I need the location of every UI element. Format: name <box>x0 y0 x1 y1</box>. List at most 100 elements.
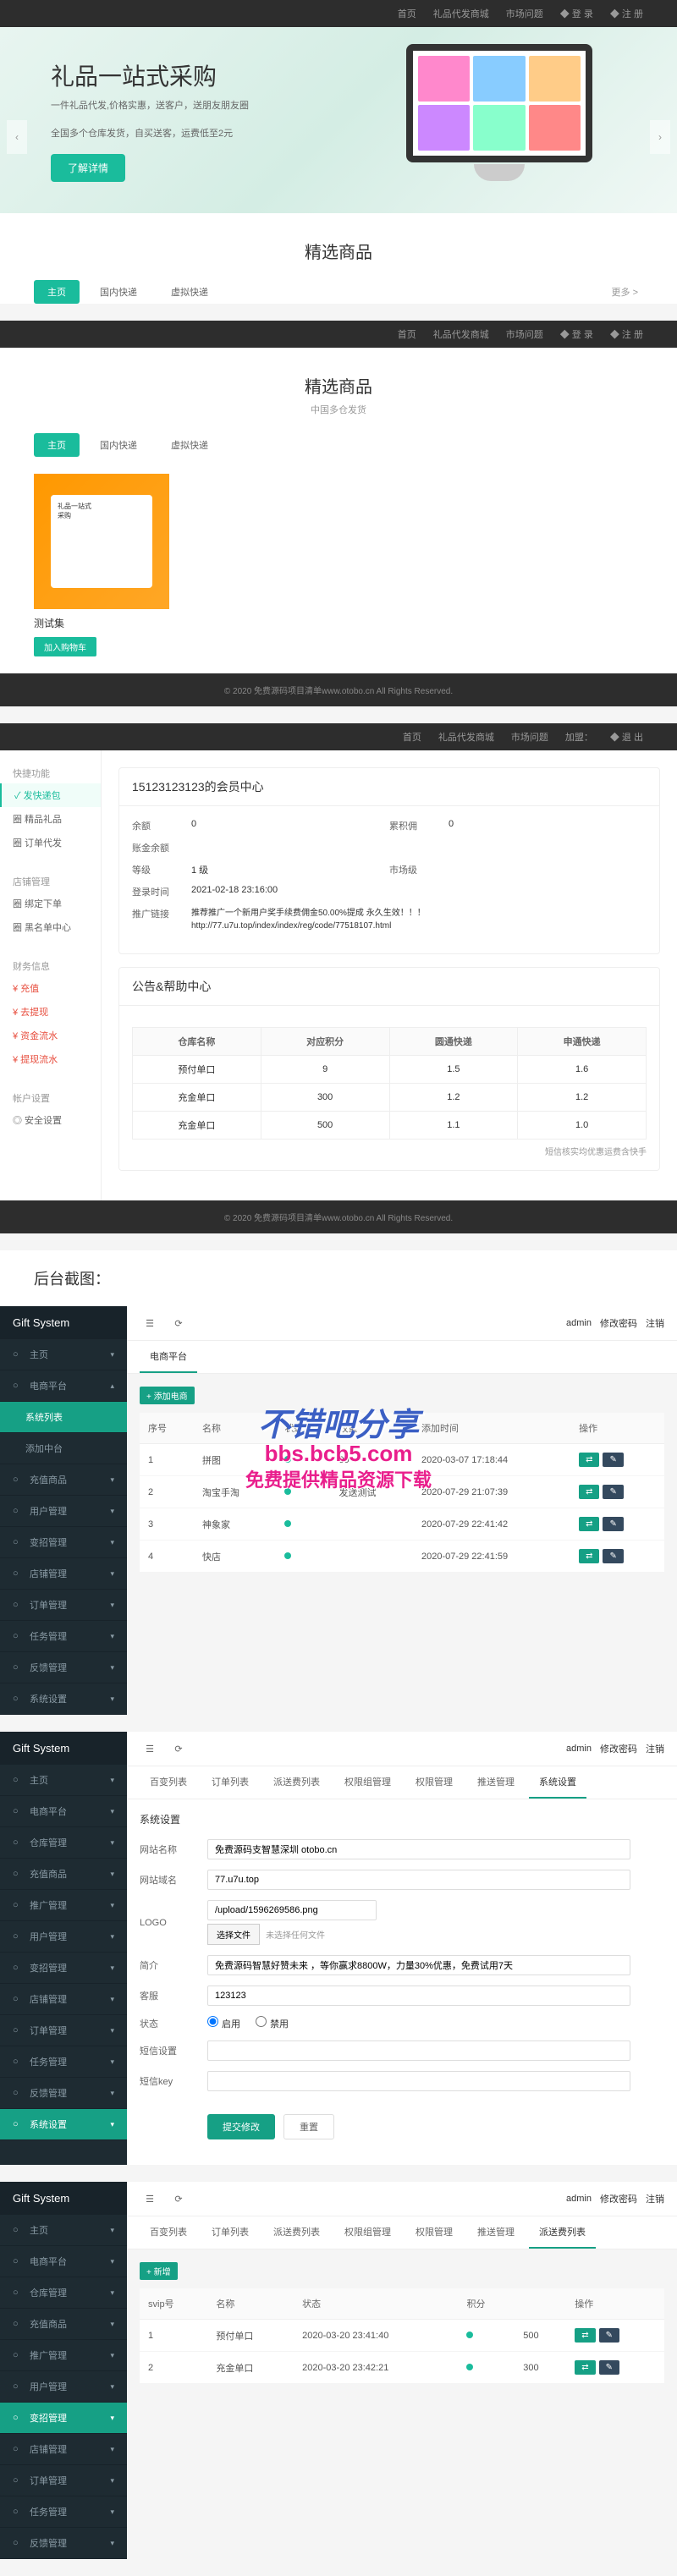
modify-password-link[interactable]: 修改密码 <box>600 2192 637 2205</box>
menu-promo[interactable]: ○推广管理▾ <box>0 2340 127 2371</box>
toggle-button[interactable]: ⇄ <box>575 2360 595 2375</box>
menu-change[interactable]: ○变招管理▾ <box>0 1527 127 1558</box>
sidebar-fundflow[interactable]: ¥ 资金流水 <box>0 1024 101 1047</box>
menu-shop[interactable]: ○店铺管理▾ <box>0 1984 127 2015</box>
hero-cta-button[interactable]: 了解详情 <box>51 154 125 182</box>
menu-feedback[interactable]: ○反馈管理▾ <box>0 2078 127 2109</box>
nav-home[interactable]: 首页 <box>398 327 416 341</box>
edit-button[interactable]: ✎ <box>603 1453 623 1467</box>
tab-home[interactable]: 主页 <box>34 433 80 457</box>
sidebar-withdrawflow[interactable]: ¥ 提现流水 <box>0 1047 101 1071</box>
subtab-4[interactable]: 权限组管理 <box>334 2216 401 2249</box>
radio-enable[interactable]: 启用 <box>207 2019 240 2029</box>
nav-login[interactable]: ◆ 登 录 <box>560 7 593 20</box>
menu-home[interactable]: ○主页▾ <box>0 2215 127 2246</box>
menu-change[interactable]: ○变招管理▾ <box>0 2403 127 2434</box>
sidebar-orders[interactable]: 圈 订单代发 <box>0 831 101 854</box>
reset-button[interactable]: 重置 <box>283 2114 334 2139</box>
menu-toggle-icon[interactable]: ☰ <box>140 2189 160 2209</box>
menu-shop[interactable]: ○店铺管理▾ <box>0 2434 127 2465</box>
subtab-1[interactable]: 百变列表 <box>140 1766 197 1799</box>
menu-ecommerce[interactable]: ○电商平台▾ <box>0 1796 127 1827</box>
input-sms[interactable] <box>207 2040 630 2061</box>
menu-system[interactable]: ○系统设置▾ <box>0 1683 127 1715</box>
menu-order[interactable]: ○订单管理▾ <box>0 2015 127 2046</box>
toggle-button[interactable]: ⇄ <box>579 1517 599 1531</box>
menu-user[interactable]: ○用户管理▾ <box>0 1921 127 1953</box>
carousel-prev[interactable]: ‹ <box>7 120 27 154</box>
input-siteurl[interactable] <box>207 1870 630 1890</box>
edit-button[interactable]: ✎ <box>603 1485 623 1499</box>
toggle-button[interactable]: ⇄ <box>579 1485 599 1499</box>
subtab-1[interactable]: 百变列表 <box>140 2216 197 2249</box>
menu-recharge[interactable]: ○充值商品▾ <box>0 1464 127 1496</box>
subtab-5[interactable]: 权限管理 <box>405 2216 463 2249</box>
subtab-6[interactable]: 推送管理 <box>467 2216 525 2249</box>
menu-home[interactable]: ○主页▾ <box>0 1339 127 1370</box>
toggle-button[interactable]: ⇄ <box>579 1549 599 1563</box>
nav-faq[interactable]: 市场问题 <box>506 327 543 341</box>
toggle-button[interactable]: ⇄ <box>575 2328 595 2343</box>
nav-join[interactable]: 加盟： <box>565 730 593 744</box>
refresh-icon[interactable]: ⟳ <box>168 2189 189 2209</box>
menu-user[interactable]: ○用户管理▾ <box>0 2371 127 2403</box>
subtab-3[interactable]: 派送费列表 <box>263 2216 330 2249</box>
nav-mall[interactable]: 礼品代发商城 <box>438 730 494 744</box>
submit-button[interactable]: 提交修改 <box>207 2114 275 2139</box>
menu-task[interactable]: ○任务管理▾ <box>0 2496 127 2528</box>
add-new-button[interactable]: + 新增 <box>140 2262 178 2280</box>
logout-link[interactable]: 注销 <box>646 2192 664 2205</box>
menu-toggle-icon[interactable]: ☰ <box>140 1738 160 1759</box>
subtab-2[interactable]: 订单列表 <box>201 1766 259 1799</box>
input-sitename[interactable] <box>207 1839 630 1859</box>
menu-recharge[interactable]: ○充值商品▾ <box>0 2309 127 2340</box>
menu-system[interactable]: ○系统设置▾ <box>0 2109 127 2140</box>
nav-home[interactable]: 首页 <box>398 7 416 20</box>
tab-home[interactable]: 主页 <box>34 280 80 304</box>
menu-feedback[interactable]: ○反馈管理▾ <box>0 1652 127 1683</box>
toggle-button[interactable]: ⇄ <box>579 1453 599 1467</box>
input-logo[interactable] <box>207 1900 377 1920</box>
nav-logout[interactable]: ◆ 退 出 <box>610 730 643 744</box>
menu-task[interactable]: ○任务管理▾ <box>0 1621 127 1652</box>
sidebar-security[interactable]: ◎ 安全设置 <box>0 1108 101 1132</box>
edit-button[interactable]: ✎ <box>599 2360 619 2375</box>
sidebar-gifts[interactable]: 圈 精品礼品 <box>0 807 101 831</box>
tab-virtual[interactable]: 虚拟快递 <box>157 280 222 304</box>
tab-domestic[interactable]: 国内快递 <box>86 433 151 457</box>
menu-home[interactable]: ○主页▾ <box>0 1765 127 1796</box>
subtab-settings[interactable]: 系统设置 <box>529 1766 586 1799</box>
sidebar-bind[interactable]: 圈 绑定下单 <box>0 892 101 915</box>
subtab-2[interactable]: 订单列表 <box>201 2216 259 2249</box>
menu-shop[interactable]: ○店铺管理▾ <box>0 1558 127 1590</box>
input-kefu[interactable] <box>207 1986 630 2006</box>
refresh-icon[interactable]: ⟳ <box>168 1313 189 1333</box>
add-platform-button[interactable]: + 添加电商 <box>140 1387 195 1404</box>
subtab-3[interactable]: 派送费列表 <box>263 1766 330 1799</box>
menu-warehouse[interactable]: ○仓库管理▾ <box>0 1827 127 1859</box>
subtab-platform[interactable]: 电商平台 <box>140 1341 197 1373</box>
more-link[interactable]: 更多 > <box>607 280 643 304</box>
nav-login[interactable]: ◆ 登 录 <box>560 327 593 341</box>
carousel-next[interactable]: › <box>650 120 670 154</box>
menu-recharge[interactable]: ○充值商品▾ <box>0 1859 127 1890</box>
radio-disable[interactable]: 禁用 <box>256 2019 289 2029</box>
subtab-feelist[interactable]: 派送费列表 <box>529 2216 596 2249</box>
refresh-icon[interactable]: ⟳ <box>168 1738 189 1759</box>
subtab-5[interactable]: 权限管理 <box>405 1766 463 1799</box>
modify-password-link[interactable]: 修改密码 <box>600 1316 637 1330</box>
menu-warehouse[interactable]: ○仓库管理▾ <box>0 2277 127 2309</box>
nav-home[interactable]: 首页 <box>403 730 421 744</box>
edit-button[interactable]: ✎ <box>599 2328 619 2343</box>
sidebar-express[interactable]: ✓ 发快递包 <box>0 783 101 807</box>
subtab-6[interactable]: 推送管理 <box>467 1766 525 1799</box>
sidebar-blacklist[interactable]: 圈 黑名单中心 <box>0 915 101 939</box>
menu-task[interactable]: ○任务管理▾ <box>0 2046 127 2078</box>
menu-feedback[interactable]: ○反馈管理▾ <box>0 2528 127 2559</box>
tab-virtual[interactable]: 虚拟快递 <box>157 433 222 457</box>
tab-domestic[interactable]: 国内快递 <box>86 280 151 304</box>
nav-register[interactable]: ◆ 注 册 <box>610 327 643 341</box>
menu-order[interactable]: ○订单管理▾ <box>0 2465 127 2496</box>
logout-link[interactable]: 注销 <box>646 1316 664 1330</box>
add-to-cart-button[interactable]: 加入购物车 <box>34 637 96 656</box>
